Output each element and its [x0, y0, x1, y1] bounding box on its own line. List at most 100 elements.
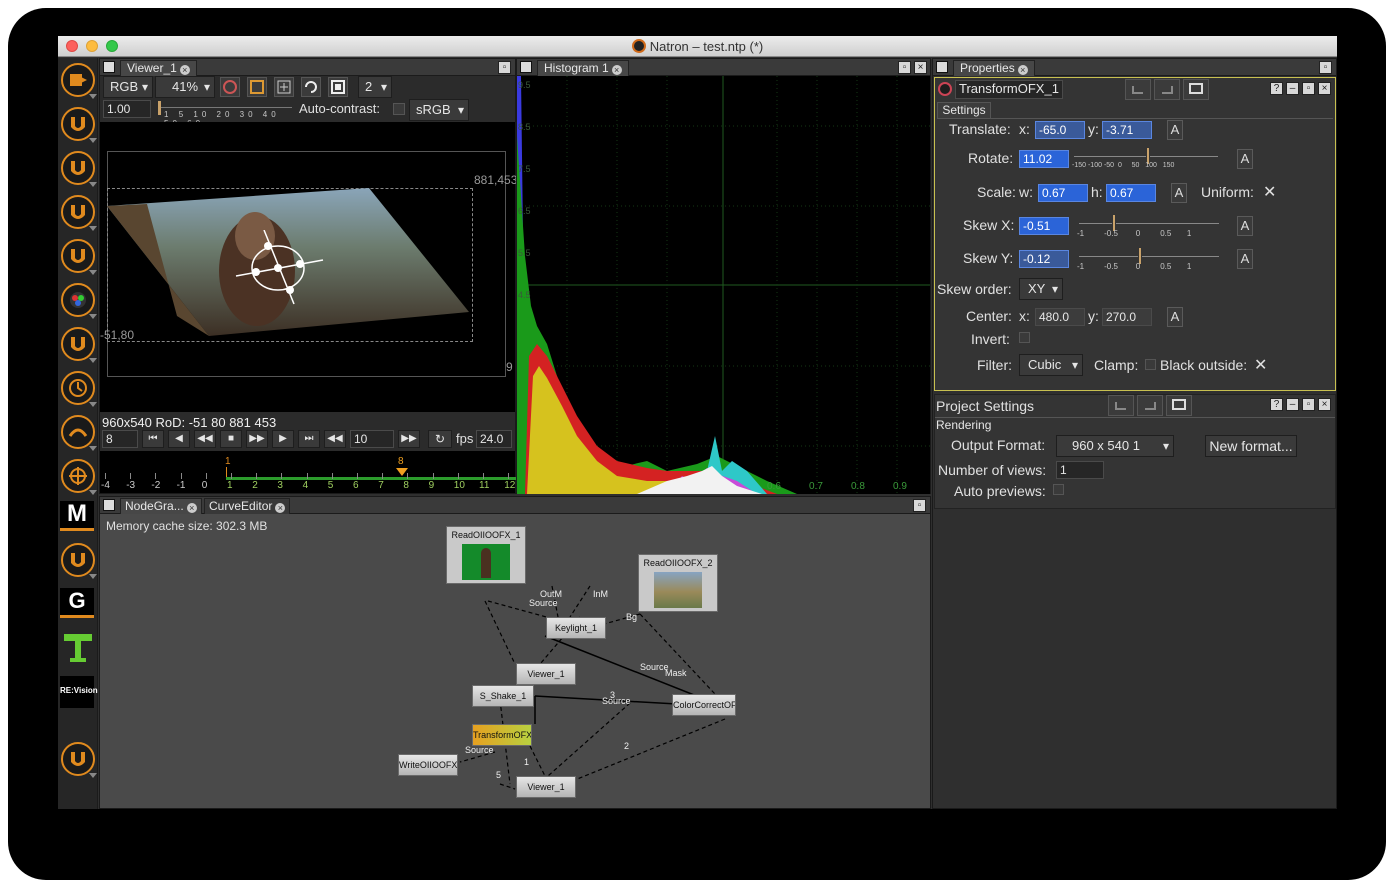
clip-to-project-icon[interactable] [220, 77, 240, 97]
views-icon[interactable] [61, 459, 97, 495]
black-outside-checkbox[interactable]: ✕ [1254, 355, 1267, 375]
color-icon[interactable] [61, 151, 97, 187]
gain-slider[interactable]: 1 5 10 20 30 40 50 60 [156, 100, 296, 128]
next-increment-button[interactable]: ▶▶ [398, 430, 420, 448]
skew-y-input[interactable]: -0.12 [1019, 250, 1069, 268]
float-pane-button[interactable]: ▫ [498, 61, 511, 74]
pane-menu-button[interactable] [520, 61, 532, 73]
float-panel-button[interactable]: ▫ [1302, 398, 1315, 411]
auto-contrast-checkbox[interactable] [393, 103, 405, 115]
current-frame-input[interactable]: 8 [102, 430, 138, 448]
view-count-dropdown[interactable]: 2 [358, 76, 392, 98]
revision-plugin-logo[interactable]: RE:Vision [60, 676, 98, 708]
undo-icon[interactable] [1125, 79, 1151, 100]
last-frame-button[interactable]: ⏭ [298, 430, 320, 448]
node-transform[interactable]: TransformOFX_1 [472, 724, 532, 746]
tab-node-graph[interactable]: NodeGra... × [120, 498, 202, 514]
keyer-icon[interactable] [61, 239, 97, 275]
timeline[interactable]: 1 8 -4 -3 -2 -1 0 1 2 3 4 5 6 7 8 9 10 11 12 [100, 451, 516, 493]
float-pane-button[interactable]: ▫ [898, 61, 911, 74]
rotate-input[interactable]: 11.02 [1019, 150, 1069, 168]
channels-dropdown[interactable]: RGB [103, 76, 153, 98]
invert-checkbox[interactable] [1019, 332, 1030, 343]
skew-y-slider[interactable]: -1 -0.5 0 0.5 1 [1075, 246, 1225, 272]
restore-defaults-icon[interactable] [1166, 395, 1192, 416]
rotate-animate-button[interactable]: A [1237, 149, 1253, 169]
minimize-panel-button[interactable]: – [1286, 82, 1299, 95]
tab-curve-editor[interactable]: CurveEditor × [204, 498, 291, 514]
clamp-checkbox[interactable] [1145, 359, 1156, 370]
gain-input[interactable]: 1.00 [103, 100, 151, 118]
center-y-input[interactable]: 270.0 [1102, 308, 1152, 326]
pane-menu-button[interactable] [103, 61, 115, 73]
filter-icon[interactable] [61, 195, 97, 231]
play-forward-button[interactable]: ▶▶ [246, 430, 268, 448]
image-io-icon[interactable] [61, 63, 97, 99]
new-format-button[interactable]: New format... [1205, 435, 1297, 457]
stop-button[interactable]: ■ [220, 430, 242, 448]
region-of-interest-icon[interactable] [247, 77, 267, 97]
translate-x-input[interactable]: -65.0 [1035, 121, 1085, 139]
current-frame-marker[interactable] [396, 468, 408, 476]
pane-menu-button[interactable] [936, 61, 948, 73]
node-keylight[interactable]: Keylight_1 [546, 617, 606, 639]
node-s-shake[interactable]: S_Shake_1 [472, 685, 534, 707]
skew-x-animate-button[interactable]: A [1237, 216, 1253, 236]
paint-icon[interactable] [61, 415, 97, 451]
close-tab-icon[interactable]: × [611, 65, 622, 75]
skew-x-slider[interactable]: -1 -0.5 0 0.5 1 [1075, 213, 1225, 239]
output-format-dropdown[interactable]: 960 x 540 1 [1056, 435, 1174, 457]
redo-icon[interactable] [1137, 395, 1163, 416]
zoom-dropdown[interactable]: 41% [155, 76, 215, 98]
undo-icon[interactable] [1108, 395, 1134, 416]
histogram-plot[interactable]: 0.6 0.7 0.8 0.9 9.5 8.5 7.5 6.5 5.5 4.5 [517, 76, 930, 494]
tab-viewer[interactable]: Viewer_1 × [120, 60, 197, 76]
green-tool-icon[interactable] [62, 632, 94, 664]
node-read-1[interactable]: ReadOIIOOFX_1 [446, 526, 526, 584]
close-tab-icon[interactable]: × [186, 503, 197, 513]
auto-previews-checkbox[interactable] [1053, 484, 1064, 495]
translate-animate-button[interactable]: A [1167, 120, 1183, 140]
tab-histogram[interactable]: Histogram 1 × [537, 60, 629, 76]
scale-animate-button[interactable]: A [1171, 183, 1187, 203]
center-x-input[interactable]: 480.0 [1035, 308, 1085, 326]
refresh-viewer-icon[interactable] [301, 77, 321, 97]
float-pane-button[interactable]: ▫ [913, 499, 926, 512]
extra-tool-icon[interactable] [61, 742, 97, 778]
transform-icon[interactable] [61, 327, 97, 363]
merge-icon[interactable] [61, 283, 97, 319]
float-pane-button[interactable]: ▫ [1319, 61, 1332, 74]
transform-handle[interactable] [228, 230, 338, 310]
center-animate-button[interactable]: A [1167, 307, 1183, 327]
close-tab-icon[interactable]: × [275, 503, 286, 513]
pane-menu-button[interactable] [103, 499, 115, 511]
float-panel-button[interactable]: ▫ [1302, 82, 1315, 95]
frame-increment-input[interactable]: 10 [350, 430, 394, 448]
close-tab-icon[interactable]: × [1017, 65, 1028, 75]
previous-increment-button[interactable]: ◀◀ [324, 430, 346, 448]
close-tab-icon[interactable]: × [179, 65, 190, 75]
rotate-slider[interactable]: -150 -100 -50 0 50 100 150 [1072, 146, 1222, 172]
first-frame-button[interactable]: ⏮ [142, 430, 164, 448]
other-icon[interactable] [61, 543, 97, 579]
node-read-2[interactable]: ReadOIIOOFX_2 [638, 554, 718, 612]
skew-x-input[interactable]: -0.51 [1019, 217, 1069, 235]
g-plugin-logo[interactable]: G [60, 588, 94, 618]
colorspace-dropdown[interactable]: sRGB [409, 99, 469, 121]
node-color-correct[interactable]: ColorCorrectOFX_1 [672, 694, 736, 716]
tab-rendering[interactable]: Rendering [936, 418, 991, 432]
number-of-views-input[interactable]: 1 [1056, 461, 1104, 479]
filter-dropdown[interactable]: Cubic [1019, 354, 1083, 376]
close-panel-button[interactable]: × [1318, 82, 1331, 95]
scale-h-input[interactable]: 0.67 [1106, 184, 1156, 202]
node-name-input[interactable]: TransformOFX_1 [955, 80, 1063, 99]
uniform-checkbox[interactable]: ✕ [1263, 182, 1276, 202]
skew-order-dropdown[interactable]: XY [1019, 278, 1063, 300]
close-panel-button[interactable]: × [1318, 398, 1331, 411]
help-button[interactable]: ? [1270, 82, 1283, 95]
restore-defaults-icon[interactable] [1183, 79, 1209, 100]
node-viewer-bottom[interactable]: Viewer_1 [516, 776, 576, 798]
play-backward-button[interactable]: ◀◀ [194, 430, 216, 448]
close-pane-button[interactable]: × [914, 61, 927, 74]
loop-mode-icon[interactable]: ↻ [428, 430, 452, 448]
